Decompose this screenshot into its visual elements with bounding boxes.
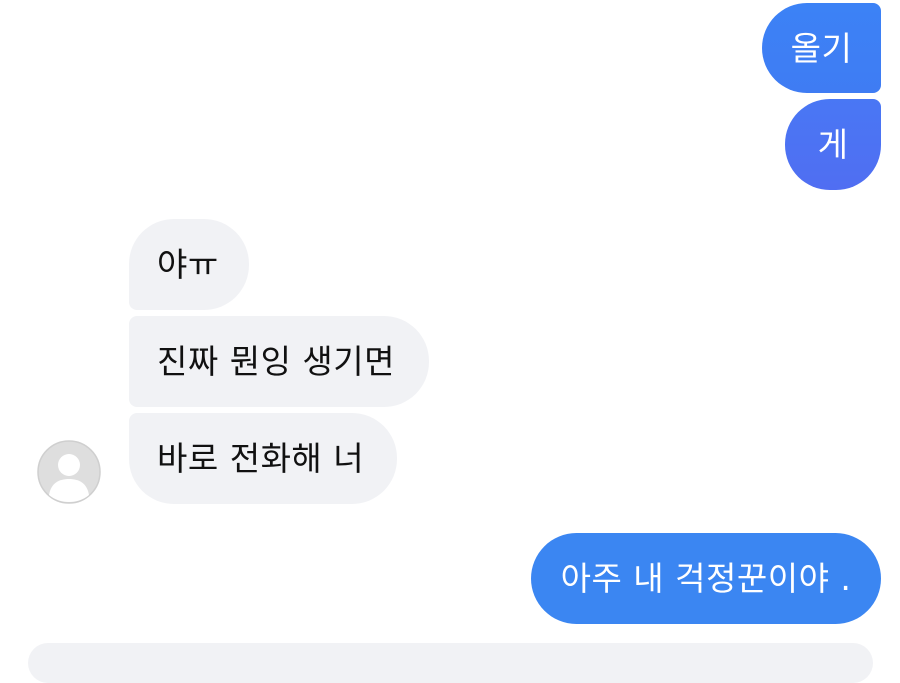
message-input-bar[interactable] — [28, 643, 873, 683]
received-message-bubble[interactable]: 바로 전화해 너 — [129, 413, 397, 504]
message-text: 아주 내 걱정꾼이야 . — [560, 559, 852, 598]
message-text: 올기 — [790, 28, 853, 68]
message-text: 진짜 뭔잉 생기면 — [157, 342, 395, 381]
sent-message-bubble[interactable]: 아주 내 걱정꾼이야 . — [531, 533, 881, 624]
chat-thread: 올기 게 야ㅠ 진짜 뭔잉 생기면 바로 전화해 너 아주 내 걱정꾼이야 . — [0, 0, 900, 683]
contact-avatar-icon[interactable] — [37, 440, 101, 504]
user-silhouette-icon — [37, 440, 101, 504]
sent-message-bubble[interactable]: 올기 — [762, 3, 881, 93]
received-message-bubble[interactable]: 야ㅠ — [129, 219, 249, 310]
received-message-bubble[interactable]: 진짜 뭔잉 생기면 — [129, 316, 429, 407]
message-text: 바로 전화해 너 — [157, 439, 365, 478]
sent-message-bubble[interactable]: 게 — [785, 99, 881, 190]
message-text: 야ㅠ — [157, 245, 219, 284]
message-text: 게 — [817, 125, 849, 164]
